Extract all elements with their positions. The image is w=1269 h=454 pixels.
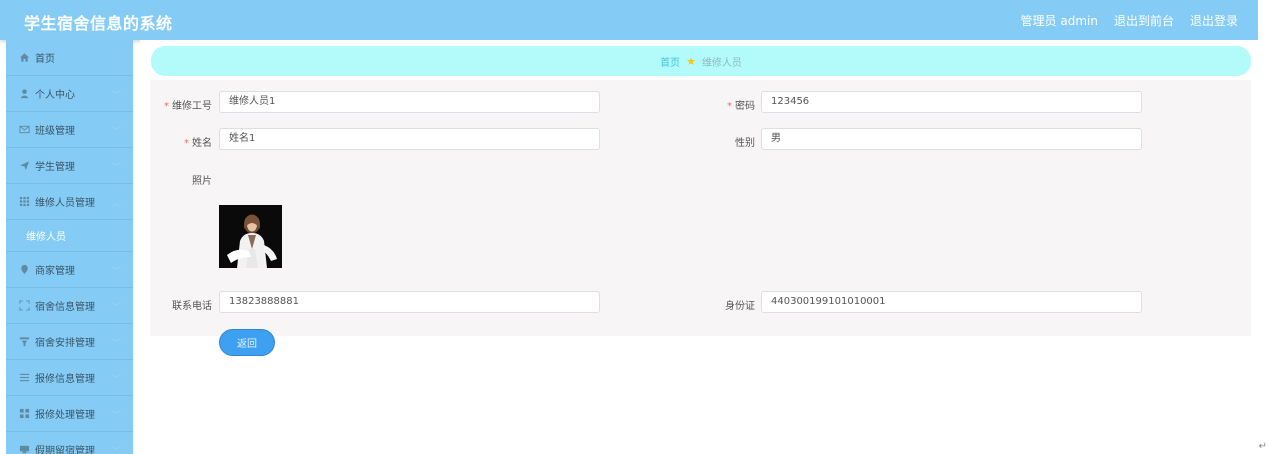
to-front-link[interactable]: 退出到前台 <box>1114 12 1174 29</box>
phone-field[interactable]: 13823888881 <box>219 291 600 313</box>
worker-id-field[interactable]: 维修人员1 <box>219 91 600 113</box>
password-label: * 密码 <box>727 101 755 112</box>
home-icon <box>18 52 30 64</box>
breadcrumb-home-link[interactable]: 首页 <box>660 54 680 69</box>
chevron-down-icon: ﹀ <box>111 303 121 313</box>
sidebar-item-label: 报修处理管理 <box>35 410 95 421</box>
sidebar-item-repair-staff-management[interactable]: 维修人员管理 ︿ <box>6 184 133 220</box>
star-icon: ★ <box>686 54 696 68</box>
chevron-down-icon: ﹀ <box>111 91 121 101</box>
chevron-down-icon: ﹀ <box>111 447 121 454</box>
location-icon <box>18 264 30 276</box>
staff-photo <box>219 205 282 268</box>
gender-field[interactable]: 男 <box>761 128 1142 150</box>
list-icon <box>18 372 30 384</box>
chevron-up-icon: ︿ <box>111 199 121 209</box>
sidebar-item-holiday-stay-management[interactable]: 假期留宿管理 ﹀ <box>6 432 133 454</box>
sidebar-item-merchant-management[interactable]: 商家管理 ﹀ <box>6 252 133 288</box>
mail-icon <box>18 124 30 136</box>
user-icon <box>18 88 30 100</box>
sidebar-item-label: 首页 <box>35 54 55 65</box>
chevron-down-icon: ﹀ <box>111 163 121 173</box>
phone-label: 联系电话 <box>172 301 212 312</box>
fullscreen-icon <box>18 300 30 312</box>
logout-link[interactable]: 退出登录 <box>1190 12 1238 29</box>
apps-icon <box>18 408 30 420</box>
return-glyph: ↵ <box>1258 441 1267 452</box>
chevron-down-icon: ﹀ <box>111 339 121 349</box>
chevron-down-icon: ﹀ <box>111 411 121 421</box>
sidebar-item-label: 班级管理 <box>35 126 75 137</box>
main-content: 首页 ★ 维修人员 * 维修工号 维修人员1 * 密码 123456 * 姓名 姓名1… <box>140 40 1258 454</box>
box-icon <box>18 444 30 454</box>
detail-form: * 维修工号 维修人员1 * 密码 123456 * 姓名 姓名1 性别 男 照片 <box>150 80 1251 356</box>
sidebar-item-student-management[interactable]: 学生管理 ﹀ <box>6 148 133 184</box>
sidebar-item-label: 报修信息管理 <box>35 374 95 385</box>
page-right-edge <box>1258 0 1269 454</box>
sidebar-subitem-repair-staff[interactable]: 维修人员 <box>6 220 133 252</box>
required-marker: * <box>727 101 732 112</box>
sidebar-item-label: 维修人员管理 <box>35 198 95 209</box>
chevron-down-icon: ﹀ <box>111 375 121 385</box>
chevron-down-icon: ﹀ <box>111 267 121 277</box>
filter-icon <box>18 336 30 348</box>
send-icon <box>18 160 30 172</box>
breadcrumb: 首页 ★ 维修人员 <box>151 46 1251 76</box>
sidebar-item-personal-center[interactable]: 个人中心 ﹀ <box>6 76 133 112</box>
app-title: 学生宿舍信息的系统 <box>24 14 173 33</box>
sidebar-item-label: 假期留宿管理 <box>35 446 95 454</box>
sidebar-item-repair-info-management[interactable]: 报修信息管理 ﹀ <box>6 360 133 396</box>
name-label: * 姓名 <box>184 138 212 149</box>
name-field[interactable]: 姓名1 <box>219 128 600 150</box>
photo-label: 照片 <box>192 176 212 187</box>
sidebar-item-label: 学生管理 <box>35 162 75 173</box>
required-marker: * <box>184 138 189 149</box>
admin-label[interactable]: 管理员 admin <box>1021 12 1098 29</box>
chevron-down-icon: ﹀ <box>111 127 121 137</box>
sidebar-subitem-label: 维修人员 <box>26 232 66 243</box>
sidebar-item-dorm-info-management[interactable]: 宿舍信息管理 ﹀ <box>6 288 133 324</box>
top-nav: 管理员 admin 退出到前台 退出登录 <box>1021 12 1238 29</box>
sidebar-item-dorm-arrangement-management[interactable]: 宿舍安排管理 ﹀ <box>6 324 133 360</box>
sidebar-item-repair-handling-management[interactable]: 报修处理管理 ﹀ <box>6 396 133 432</box>
sidebar-item-class-management[interactable]: 班级管理 ﹀ <box>6 112 133 148</box>
top-header: 学生宿舍信息的系统 管理员 admin 退出到前台 退出登录 <box>0 0 1258 40</box>
app-root: 学生宿舍信息的系统 管理员 admin 退出到前台 退出登录 首页 个人中心 ﹀… <box>0 0 1269 454</box>
worker-id-label: * 维修工号 <box>164 101 212 112</box>
back-button[interactable]: 返回 <box>219 329 275 356</box>
sidebar-item-label: 商家管理 <box>35 266 75 277</box>
gender-label: 性别 <box>735 138 755 149</box>
sidebar-item-label: 个人中心 <box>35 90 75 101</box>
id-card-label: 身份证 <box>725 301 755 312</box>
sidebar-item-label: 宿舍安排管理 <box>35 338 95 349</box>
grid-icon <box>18 196 30 208</box>
sidebar-item-home[interactable]: 首页 <box>6 40 133 76</box>
sidebar-item-label: 宿舍信息管理 <box>35 302 95 313</box>
sidebar: 首页 个人中心 ﹀ 班级管理 ﹀ 学生管理 ﹀ 维修人员管理 ︿ 维修人员 商家… <box>6 40 133 454</box>
breadcrumb-current: 维修人员 <box>701 57 742 69</box>
required-marker: * <box>164 101 169 112</box>
id-card-field[interactable]: 440300199101010001 <box>761 291 1142 313</box>
password-field[interactable]: 123456 <box>761 91 1142 113</box>
